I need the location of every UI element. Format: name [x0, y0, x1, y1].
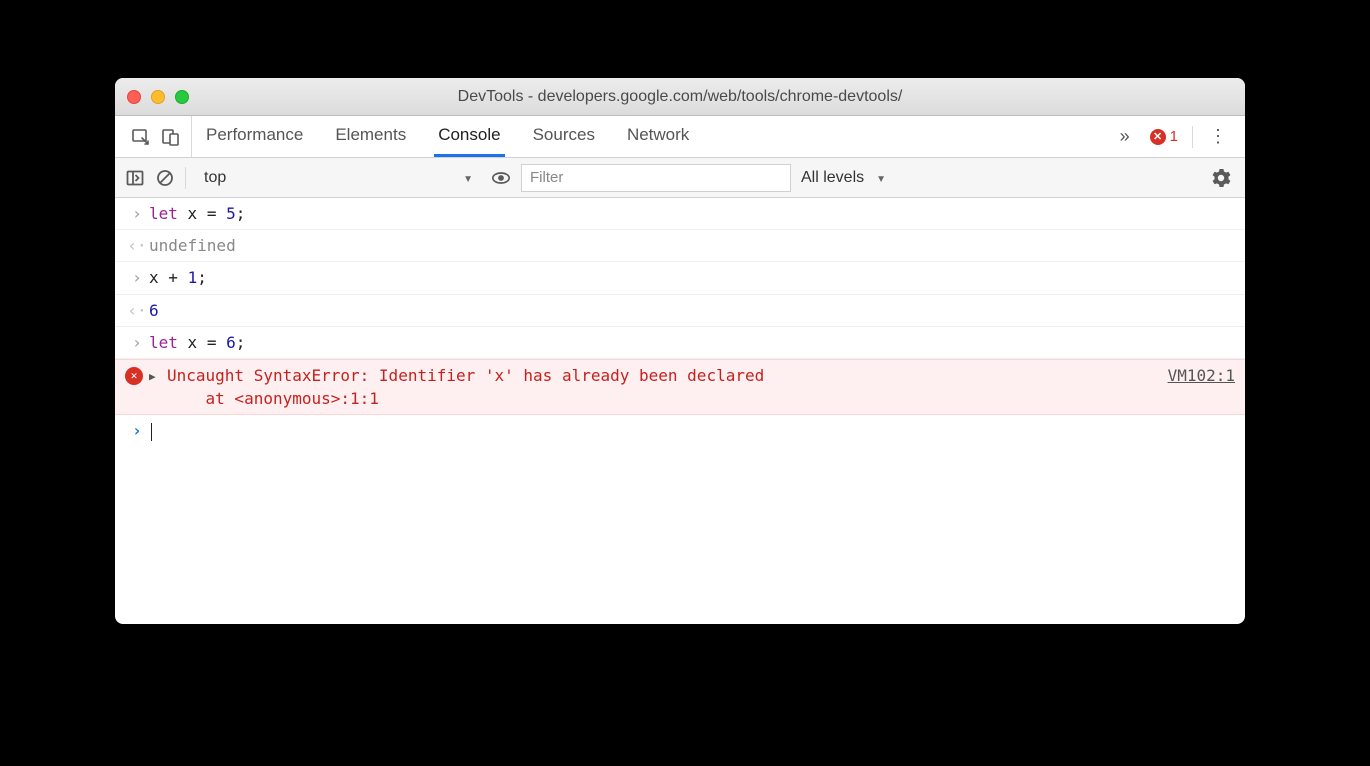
output-value: undefined	[149, 234, 236, 257]
console-input-row: ›x + 1;	[115, 262, 1245, 294]
output-chevron-icon: ‹·	[125, 234, 149, 257]
console-output-row: ‹·6	[115, 295, 1245, 327]
code-line: let x = 5;	[149, 202, 245, 225]
console-toolbar: top All levels	[115, 158, 1245, 198]
error-count-badge[interactable]: ✕ 1	[1146, 128, 1182, 145]
console-output-row: ‹·undefined	[115, 230, 1245, 262]
code-line: x + 1;	[149, 266, 207, 289]
tabs-overflow-button[interactable]: »	[1110, 116, 1140, 157]
toggle-sidebar-icon[interactable]	[125, 168, 145, 188]
clear-console-icon[interactable]	[155, 168, 175, 188]
error-count: 1	[1170, 128, 1178, 145]
output-value: 6	[149, 299, 159, 322]
log-levels-label: All levels	[801, 169, 864, 187]
maximize-icon[interactable]	[175, 90, 189, 104]
traffic-lights	[127, 90, 189, 104]
more-menu-button[interactable]: ⋮	[1203, 126, 1233, 147]
tab-elements[interactable]: Elements	[331, 116, 410, 157]
input-chevron-icon: ›	[125, 202, 149, 225]
error-source-link[interactable]: VM102:1	[1148, 364, 1235, 387]
chevron-down-icon	[870, 169, 886, 187]
log-levels-dropdown[interactable]: All levels	[801, 169, 886, 187]
minimize-icon[interactable]	[151, 90, 165, 104]
devtools-window: DevTools - developers.google.com/web/too…	[115, 78, 1245, 624]
tabs: Performance Elements Console Sources Network	[192, 116, 1110, 157]
tab-network[interactable]: Network	[623, 116, 693, 157]
console-input-row: ›let x = 6;	[115, 327, 1245, 359]
console-input-row: ›let x = 5;	[115, 198, 1245, 230]
tab-console[interactable]: Console	[434, 116, 504, 157]
chevron-down-icon	[457, 169, 473, 187]
tabs-bar: Performance Elements Console Sources Network…	[115, 116, 1245, 158]
divider	[1192, 126, 1193, 148]
disclosure-triangle-icon[interactable]: ▶	[149, 369, 163, 385]
live-expression-icon[interactable]	[491, 168, 511, 188]
error-message: Uncaught SyntaxError: Identifier 'x' has…	[167, 364, 1148, 410]
prompt-chevron-icon: ›	[125, 419, 149, 442]
divider	[185, 167, 186, 189]
context-selector[interactable]: top	[196, 169, 481, 187]
titlebar: DevTools - developers.google.com/web/too…	[115, 78, 1245, 116]
prompt-input[interactable]	[149, 419, 152, 442]
error-icon: ✕	[1150, 129, 1166, 145]
code-line: let x = 6;	[149, 331, 245, 354]
output-chevron-icon: ‹·	[125, 299, 149, 322]
error-icon: ✕	[125, 367, 143, 385]
console-settings-icon[interactable]	[1207, 168, 1235, 188]
context-label: top	[204, 169, 226, 187]
input-chevron-icon: ›	[125, 266, 149, 289]
filter-input[interactable]	[521, 164, 791, 192]
input-chevron-icon: ›	[125, 331, 149, 354]
device-toggle-icon[interactable]	[161, 127, 181, 147]
console-error-row: ✕ ▶Uncaught SyntaxError: Identifier 'x' h…	[115, 359, 1245, 415]
close-icon[interactable]	[127, 90, 141, 104]
tab-sources[interactable]: Sources	[529, 116, 599, 157]
console-prompt-row[interactable]: ›	[115, 415, 1245, 446]
inspect-icon[interactable]	[131, 127, 151, 147]
tab-performance[interactable]: Performance	[202, 116, 307, 157]
window-title: DevTools - developers.google.com/web/too…	[115, 88, 1245, 106]
console-output[interactable]: ›let x = 5;‹·undefined›x + 1;‹·6›let x =…	[115, 198, 1245, 624]
